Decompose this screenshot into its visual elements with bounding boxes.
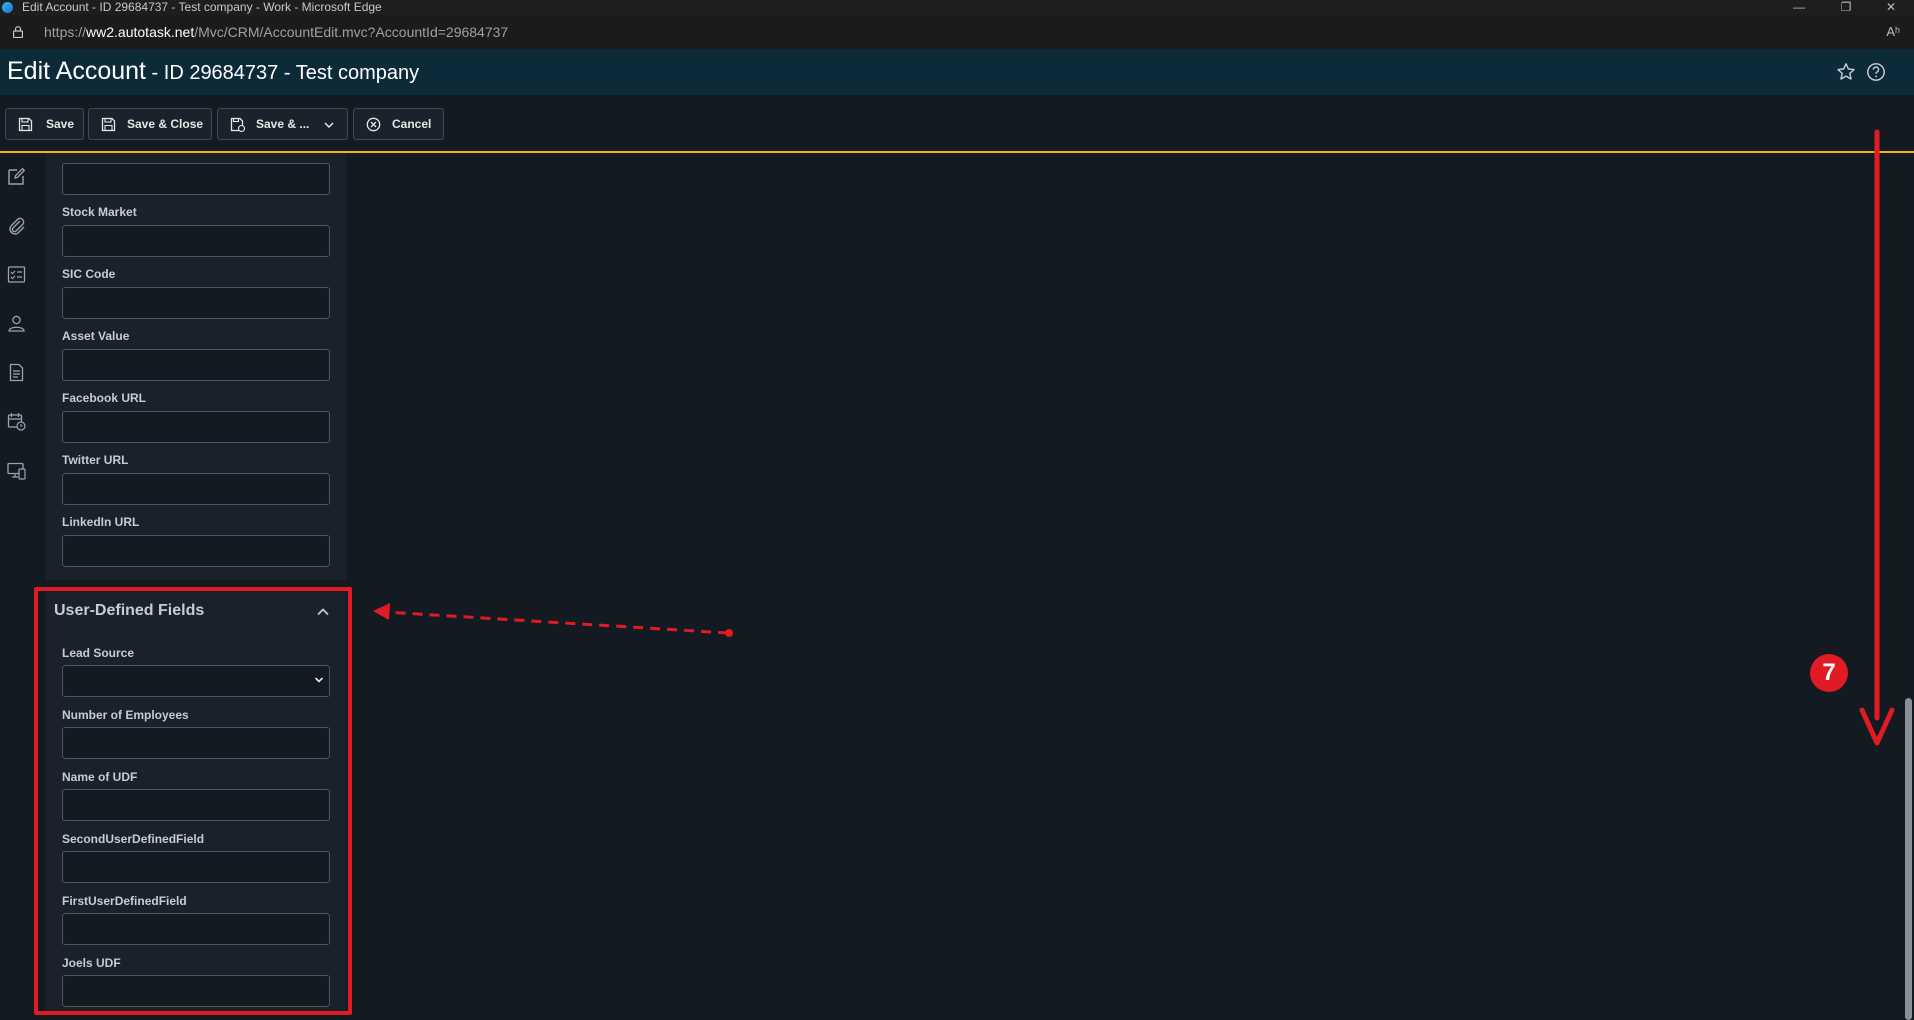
star-icon[interactable]: [1836, 62, 1856, 82]
left-sidebar: [0, 153, 33, 1020]
dashed-pointer-head: [373, 603, 390, 620]
page-scrollbar[interactable]: [1902, 153, 1914, 1020]
toolbar: Save Save & Close Save & ... Cancel: [0, 95, 1914, 151]
stock-market-input[interactable]: [62, 225, 330, 257]
edge-logo-icon: [2, 2, 13, 13]
save-icon: [18, 117, 33, 132]
devices-icon[interactable]: [7, 461, 26, 480]
checklist-icon[interactable]: [7, 265, 26, 284]
dashed-pointer-origin: [725, 629, 733, 637]
save-icon: [101, 117, 116, 132]
lock-icon[interactable]: [13, 26, 23, 38]
sic-code-label: SIC Code: [62, 267, 116, 281]
save-more-dropdown[interactable]: Save & ...: [217, 108, 348, 140]
page-header: Edit Account - ID 29684737 - Test compan…: [0, 49, 1914, 95]
twitter-url-label: Twitter URL: [62, 453, 129, 467]
save-copy-icon: [230, 117, 245, 132]
facebook-url-input[interactable]: [62, 411, 330, 443]
window-title: Edit Account - ID 29684737 - Test compan…: [22, 0, 382, 14]
contact-icon[interactable]: [7, 314, 26, 333]
stock-market-label: Stock Market: [62, 205, 137, 219]
document-icon[interactable]: [7, 363, 26, 382]
cancel-button[interactable]: Cancel: [353, 108, 444, 140]
scroll-down-arrow-head: [1859, 707, 1895, 746]
address-bar[interactable]: https://ww2.autotask.net/Mvc/CRM/Account…: [0, 15, 1914, 49]
save-close-button[interactable]: Save & Close: [88, 108, 212, 140]
asset-value-input[interactable]: [62, 349, 330, 381]
highlight-box: [34, 587, 352, 1015]
chevron-down-icon: [324, 122, 334, 129]
linkedin-url-label: LinkedIn URL: [62, 515, 140, 529]
dashed-pointer-arrow: [384, 610, 729, 635]
facebook-url-label: Facebook URL: [62, 391, 147, 405]
account-details-panel: Stock Market SIC Code Asset Value Facebo…: [46, 153, 346, 580]
twitter-url-input[interactable]: [62, 473, 330, 505]
step-badge: 7: [1810, 654, 1848, 692]
scrollbar-thumb[interactable]: [1905, 698, 1912, 1020]
url-text[interactable]: https://ww2.autotask.net/Mvc/CRM/Account…: [44, 15, 508, 49]
linkedin-url-input[interactable]: [62, 535, 330, 567]
attachment-icon[interactable]: [7, 216, 26, 235]
help-icon[interactable]: [1866, 62, 1886, 82]
restore-button[interactable]: ❐: [1831, 0, 1861, 15]
sic-code-input[interactable]: [62, 287, 330, 319]
field-input-top[interactable]: [62, 163, 330, 195]
edit-icon[interactable]: [7, 167, 26, 186]
save-button[interactable]: Save: [5, 108, 84, 140]
calendar-clock-icon[interactable]: [7, 412, 26, 431]
read-aloud-icon[interactable]: Aʰ: [1886, 15, 1900, 49]
close-window-button[interactable]: ✕: [1876, 0, 1906, 15]
page-title: Edit Account - ID 29684737 - Test compan…: [7, 57, 420, 85]
asset-value-label: Asset Value: [62, 329, 130, 343]
cancel-icon: [366, 117, 381, 132]
os-titlebar: Edit Account - ID 29684737 - Test compan…: [0, 0, 1914, 15]
minimize-button[interactable]: —: [1784, 0, 1814, 15]
